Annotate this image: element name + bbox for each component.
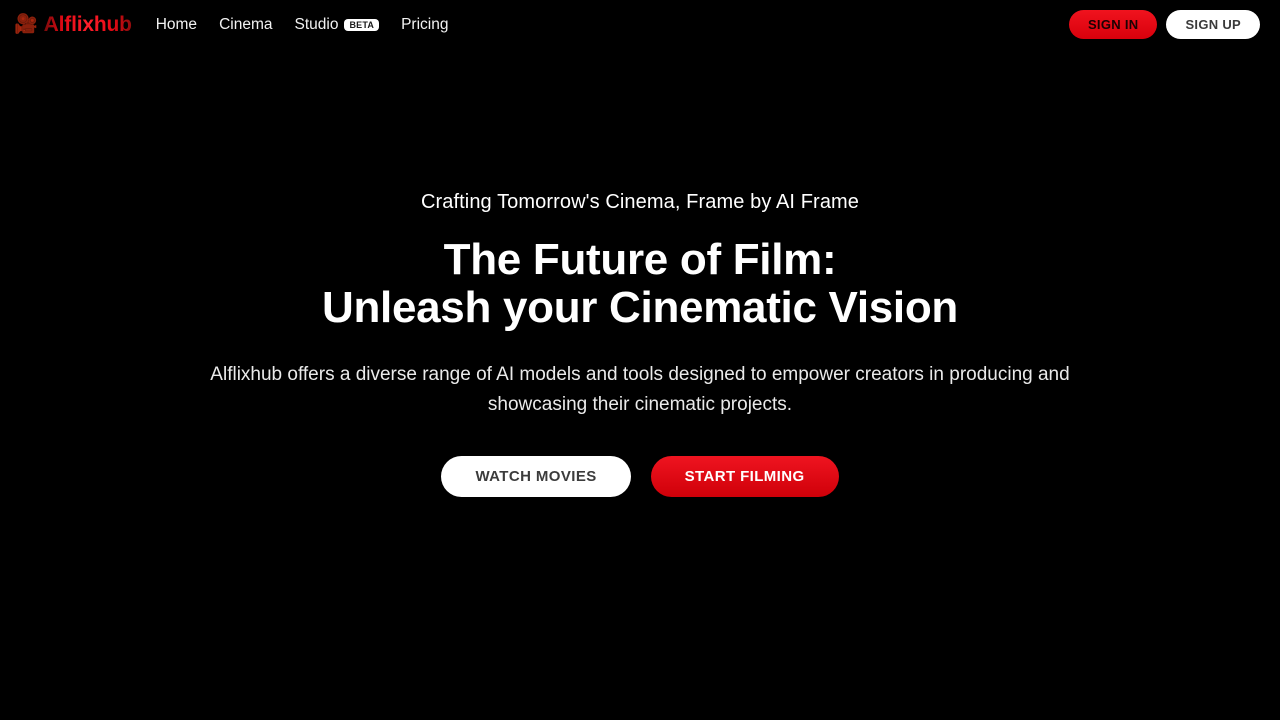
- site-header: 🎥 Alflixhub Home Cinema Studio BETA Pric…: [0, 0, 1280, 49]
- nav-item-studio-label: Studio: [294, 15, 339, 33]
- main-navigation: Home Cinema Studio BETA Pricing: [156, 16, 449, 34]
- hero-title-line-2: Unleash your Cinematic Vision: [321, 282, 958, 332]
- movie-camera-icon: 🎥: [14, 14, 38, 35]
- start-filming-button[interactable]: START FILMING: [650, 455, 839, 497]
- nav-item-cinema-label: Cinema: [219, 15, 273, 33]
- hero-title-line-1: The Future of Film:: [443, 235, 837, 284]
- nav-item-home-label: Home: [155, 15, 198, 33]
- hero-eyebrow: Crafting Tomorrow's Cinema, Frame by AI …: [420, 191, 860, 213]
- hero-description: Alflixhub offers a diverse range of AI m…: [210, 363, 1070, 415]
- sign-in-button[interactable]: SIGN IN: [1068, 10, 1158, 39]
- hero-title: The Future of Film: Unleash your Cinemat…: [322, 236, 958, 332]
- auth-button-group: SIGN IN SIGN UP: [1068, 10, 1260, 39]
- nav-item-studio[interactable]: Studio BETA: [294, 15, 380, 34]
- hero-cta-group: WATCH MOVIES START FILMING: [441, 455, 839, 497]
- watch-movies-button[interactable]: WATCH MOVIES: [441, 455, 631, 497]
- sign-up-button[interactable]: SIGN UP: [1166, 10, 1260, 39]
- brand-wordmark: Alflixhub: [43, 12, 132, 36]
- page-root: 🎥 Alflixhub Home Cinema Studio BETA Pric…: [0, 0, 1280, 720]
- brand-logo-link[interactable]: 🎥 Alflixhub: [14, 13, 132, 37]
- hero-section: Crafting Tomorrow's Cinema, Frame by AI …: [0, 49, 1280, 720]
- nav-item-cinema[interactable]: Cinema: [219, 16, 272, 34]
- beta-badge: BETA: [344, 18, 380, 31]
- nav-item-pricing-label: Pricing: [401, 15, 449, 33]
- nav-item-pricing[interactable]: Pricing: [401, 16, 448, 34]
- nav-item-home[interactable]: Home: [156, 16, 197, 34]
